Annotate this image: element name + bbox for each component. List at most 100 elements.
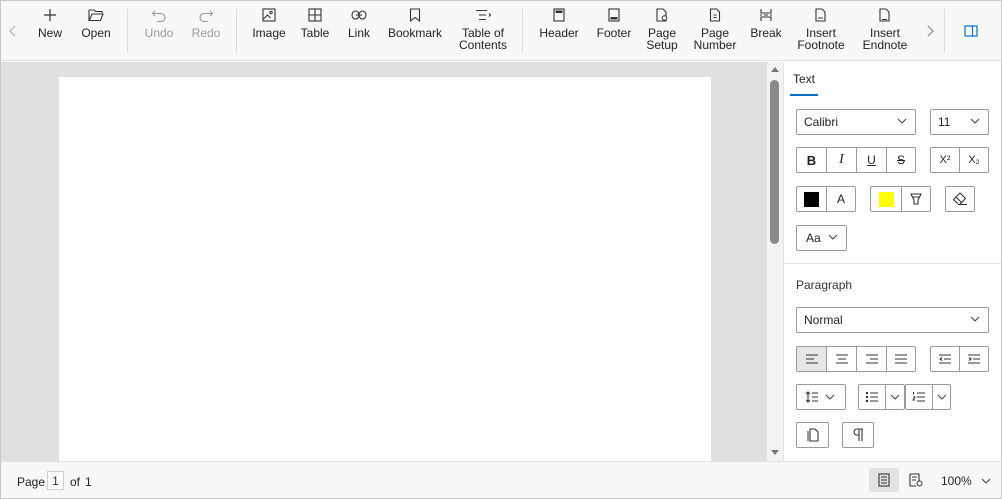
align-right-button[interactable] — [857, 347, 887, 371]
font-size-dropdown[interactable]: 11 — [930, 109, 989, 135]
decrease-indent-button[interactable] — [931, 347, 960, 371]
document-viewport[interactable] — [1, 62, 767, 461]
link-button[interactable]: Link — [343, 6, 375, 56]
toolbar-scroll-right[interactable] — [919, 1, 941, 61]
italic-button[interactable]: I — [827, 148, 857, 172]
redo-label: Redo — [191, 26, 221, 40]
insert-footnote-button[interactable]: Insert Footnote — [793, 6, 849, 56]
show-hide-marks-button[interactable] — [843, 423, 873, 447]
bold-button[interactable]: B — [797, 148, 827, 172]
page-break-icon — [755, 6, 777, 24]
scroll-up-arrow[interactable] — [771, 67, 779, 72]
align-center-icon — [835, 354, 848, 364]
image-button[interactable]: Image — [250, 6, 288, 56]
indent-group — [930, 346, 989, 372]
align-left-button[interactable] — [797, 347, 827, 371]
footer-button[interactable]: Footer — [594, 6, 634, 56]
scroll-down-arrow[interactable] — [771, 450, 779, 455]
justify-icon — [895, 354, 907, 364]
paragraph-style-dropdown[interactable]: Normal — [796, 307, 989, 333]
highlight-color-swatch[interactable] — [871, 187, 902, 211]
clear-formatting-button[interactable] — [946, 187, 974, 211]
new-button[interactable]: New — [33, 6, 67, 56]
insert-endnote-label-line2: Endnote — [862, 38, 908, 52]
font-family-dropdown[interactable]: Calibri — [796, 109, 916, 135]
open-label: Open — [81, 26, 111, 40]
font-color-swatch[interactable] — [797, 187, 827, 211]
decrease-indent-icon — [939, 354, 951, 364]
table-button[interactable]: Table — [297, 6, 333, 56]
plus-icon — [39, 6, 61, 24]
total-pages: 1 — [85, 475, 92, 489]
zoom-value: 100% — [941, 474, 972, 488]
numbered-list-button[interactable] — [906, 385, 933, 409]
insert-endnote-button[interactable]: Insert Endnote — [859, 6, 911, 56]
align-right-icon — [865, 354, 878, 364]
break-button[interactable]: Break — [749, 6, 783, 56]
line-spacing-dropdown[interactable] — [796, 384, 846, 410]
print-layout-button[interactable] — [869, 468, 899, 492]
redo-button[interactable]: Redo — [187, 6, 225, 56]
toggle-properties-pane-button[interactable] — [959, 1, 983, 61]
zoom-dropdown[interactable]: 100% — [941, 474, 991, 488]
highlight-color-group — [870, 186, 931, 212]
show-hide-marks-group — [842, 422, 874, 448]
strikethrough-button[interactable]: S — [887, 148, 915, 172]
line-spacing-icon — [805, 391, 818, 403]
subscript-button[interactable]: X₂ — [960, 148, 988, 172]
increase-indent-button[interactable] — [960, 347, 988, 371]
font-color-sample — [804, 191, 819, 207]
change-case-dropdown[interactable]: Aa — [796, 225, 847, 251]
font-family-value: Calibri — [804, 115, 839, 129]
bookmark-icon — [404, 6, 426, 24]
font-color-button[interactable]: A — [827, 187, 855, 211]
bookmark-button[interactable]: Bookmark — [387, 6, 443, 56]
new-label: New — [37, 26, 62, 40]
page-number-button[interactable]: Page Number — [691, 6, 739, 56]
scrollbar-thumb[interactable] — [770, 80, 779, 244]
numbered-list-dropdown[interactable] — [933, 385, 950, 409]
line-spacing-button[interactable] — [797, 385, 845, 409]
header-label: Header — [539, 26, 579, 40]
document-page[interactable] — [59, 77, 711, 461]
page-number-label-line2: Number — [693, 38, 737, 52]
bullet-list-icon — [865, 391, 878, 403]
chevron-down-icon — [890, 394, 900, 400]
eraser-icon — [952, 192, 967, 206]
font-size-value: 11 — [938, 115, 951, 129]
open-button[interactable]: Open — [77, 6, 115, 56]
web-layout-button[interactable] — [901, 468, 931, 492]
table-label: Table — [300, 26, 330, 40]
web-layout-icon — [909, 473, 923, 487]
current-page-input[interactable]: 1 — [47, 471, 64, 490]
footer-label: Footer — [596, 26, 632, 40]
bookmark-label: Bookmark — [387, 26, 443, 40]
pilcrow-icon — [853, 428, 863, 441]
bullet-list-button[interactable] — [859, 385, 886, 409]
table-of-contents-button[interactable]: Table of Contents — [455, 6, 511, 56]
tab-text[interactable]: Text — [790, 70, 819, 96]
header-button[interactable]: Header — [537, 6, 581, 56]
justify-button[interactable] — [887, 347, 915, 371]
footer-icon — [603, 6, 625, 24]
vertical-scrollbar[interactable] — [767, 62, 783, 461]
toolbar: New Open Undo Redo Image Table Link Book… — [1, 1, 1001, 61]
paragraph-settings-button[interactable] — [797, 423, 828, 447]
page-setup-label-line2: Setup — [646, 38, 678, 52]
chevron-right-icon — [927, 25, 934, 37]
chevron-down-icon — [970, 316, 980, 322]
align-center-button[interactable] — [827, 347, 857, 371]
endnote-icon — [874, 6, 896, 24]
page-setup-button[interactable]: Page Setup — [643, 6, 681, 56]
toolbar-scroll-left[interactable] — [2, 1, 24, 61]
font-style-group: B I U S — [796, 147, 916, 173]
highlight-button[interactable] — [902, 187, 930, 211]
properties-pane: Text Calibri 11 B I U S X² X₂ A Aa Parag… — [783, 62, 1001, 461]
underline-button[interactable]: U — [857, 148, 887, 172]
undo-button[interactable]: Undo — [141, 6, 177, 56]
chevron-down-icon — [970, 118, 980, 124]
bullet-list-dropdown[interactable] — [886, 385, 904, 409]
superscript-button[interactable]: X² — [931, 148, 960, 172]
toolbar-separator — [944, 9, 945, 53]
numbered-list-group — [905, 384, 951, 410]
